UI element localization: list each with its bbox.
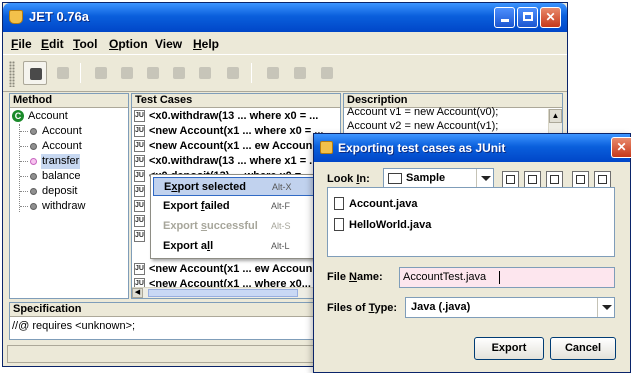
junit-icon: JU (134, 215, 145, 227)
toolbar (3, 54, 567, 92)
dialog-close-button[interactable]: ✕ (611, 137, 631, 158)
test-case-row[interactable]: JU <new Account(x1 ... where x0 = ... (132, 124, 340, 139)
junit-icon: JU (134, 170, 145, 182)
find-icon[interactable] (193, 61, 217, 85)
menu-view[interactable]: View (155, 37, 182, 51)
dialog-titlebar[interactable]: Exporting test cases as JUnit ✕ (314, 134, 631, 162)
description-line: Account v2 = new Account(v1); (347, 120, 499, 132)
testcases-panel-header: Test Cases (132, 94, 340, 108)
menu-edit[interactable]: Edit (41, 37, 64, 51)
export-context-menu: Export selected Alt-X Export failed Alt-… (150, 174, 320, 259)
look-in-combo[interactable]: Sample (383, 168, 494, 189)
junit-icon: JU (134, 155, 145, 167)
junit-icon: JU (134, 200, 145, 212)
home-icon[interactable] (524, 171, 541, 188)
look-in-label: Look In: (327, 173, 370, 185)
menu-file[interactable]: File (11, 37, 32, 51)
tag-icon[interactable] (261, 61, 285, 85)
test-case-row[interactable]: JU <new Account(x1 ... ew Accoun (132, 139, 340, 154)
dialog-title: Exporting test cases as JUnit (338, 141, 506, 155)
file-name-field[interactable]: AccountTest.java (399, 267, 615, 288)
menu-export-selected[interactable]: Export selected Alt-X (153, 177, 317, 196)
file-icon (334, 218, 344, 231)
test-case-row[interactable]: JU <x0.withdraw(13 ... where x0 = ... (132, 109, 340, 124)
save-icon[interactable] (51, 61, 75, 85)
paste-icon[interactable] (141, 61, 165, 85)
close-button[interactable]: ✕ (540, 7, 561, 28)
app-icon (9, 10, 23, 24)
export-junit-dialog: Exporting test cases as JUnit ✕ Look In:… (313, 133, 631, 373)
file-name-label: File Name: (327, 271, 383, 283)
junit-icon: JU (134, 125, 145, 137)
minimize-button[interactable] (494, 7, 515, 28)
menu-export-all[interactable]: Export all Alt-L (153, 237, 317, 256)
scroll-left-icon[interactable]: ◀ (132, 288, 143, 298)
details-view-icon[interactable] (594, 171, 611, 188)
new-folder-icon[interactable] (546, 171, 563, 188)
menu-export-failed[interactable]: Export failed Alt-F (153, 197, 317, 216)
junit-icon: JU (134, 230, 145, 242)
test-case-row[interactable]: JU <x0.withdraw(13 ... where x1 = ... (132, 154, 340, 169)
list-view-icon[interactable] (572, 171, 589, 188)
file-list: Account.java HelloWorld.java (327, 187, 615, 257)
scroll-up-icon[interactable]: ▲ (549, 109, 562, 123)
testcases-hscrollbar[interactable]: ◀ (132, 287, 340, 298)
main-titlebar[interactable]: JET 0.76a ✕ (3, 3, 567, 32)
chevron-down-icon[interactable] (597, 298, 614, 317)
method-icon (30, 143, 37, 150)
description-line: Account v1 = new Account(v0); (347, 106, 499, 118)
cut-icon[interactable] (115, 61, 139, 85)
method-icon (30, 188, 37, 195)
open-icon[interactable] (23, 61, 47, 85)
files-of-type-combo[interactable]: Java (.java) (405, 297, 615, 318)
class-icon: C (12, 110, 24, 122)
run-icon[interactable] (221, 61, 245, 85)
junit-icon: JU (134, 140, 145, 152)
method-panel: Method C Account Account Account transfe… (9, 93, 129, 299)
export-button[interactable]: Export (474, 337, 544, 360)
hscroll-thumb[interactable] (148, 289, 298, 297)
method-icon (30, 128, 37, 135)
method-icon (30, 203, 37, 210)
maximize-button[interactable] (517, 7, 538, 28)
menu-help[interactable]: Help (193, 37, 219, 51)
menu-tool[interactable]: Tool (73, 37, 97, 51)
delete-icon[interactable] (167, 61, 191, 85)
menu-export-successful: Export successful Alt-S (163, 220, 291, 232)
folder-icon (388, 173, 402, 184)
files-of-type-label: Files of Type: (327, 302, 398, 314)
window-title: JET 0.76a (29, 9, 89, 24)
junit-icon: JU (134, 110, 145, 122)
method-selected-icon (30, 158, 37, 165)
copy-icon[interactable] (89, 61, 113, 85)
jml-icon[interactable] (288, 61, 312, 85)
method-icon (30, 173, 37, 180)
file-icon (334, 197, 344, 210)
menubar: File Edit Tool Option View Help (3, 32, 567, 54)
chevron-down-icon[interactable] (476, 169, 493, 188)
specification-text[interactable]: //@ requires <unknown>; (12, 320, 135, 332)
junit-icon: JU (134, 263, 145, 275)
cancel-button[interactable]: Cancel (550, 337, 616, 360)
menu-option[interactable]: Option (109, 37, 148, 51)
java-icon (320, 141, 333, 154)
test-case-row[interactable]: JU <new Account(x1 ... ew Accoun (132, 262, 340, 277)
stop-icon[interactable] (315, 61, 339, 85)
up-folder-icon[interactable] (502, 171, 519, 188)
junit-icon: JU (134, 185, 145, 197)
toolbar-grip[interactable] (9, 61, 15, 87)
method-panel-header: Method (10, 94, 128, 108)
